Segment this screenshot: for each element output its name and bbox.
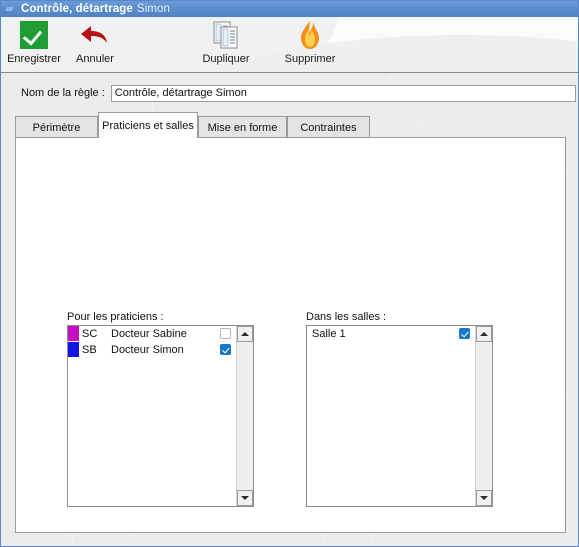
tab-label: Périmètre xyxy=(32,121,81,134)
list-item[interactable]: Salle 1 xyxy=(307,326,475,342)
rooms-listbox[interactable]: Salle 1 xyxy=(306,325,493,507)
tab-contraintes[interactable]: Contraintes xyxy=(287,116,370,138)
color-swatch xyxy=(68,342,79,357)
window-subtitle: Simon xyxy=(136,3,171,15)
room-name: Salle 1 xyxy=(312,327,346,340)
tab-panel-praticiens-et-salles: Pour les praticiens : SC Docteur Sabine xyxy=(15,137,566,533)
tab-mise-en-forme[interactable]: Mise en forme xyxy=(198,116,287,138)
rooms-group: Dans les salles : Salle 1 xyxy=(306,311,493,507)
app-icon xyxy=(5,4,15,14)
undo-arrow-icon xyxy=(79,19,111,51)
tab-strip: Périmètre Praticiens et salles Mise en f… xyxy=(15,112,566,138)
delete-button[interactable]: Supprimer xyxy=(267,19,353,65)
tab-praticiens-et-salles[interactable]: Praticiens et salles xyxy=(98,112,198,138)
list-item[interactable]: SC Docteur Sabine xyxy=(68,326,236,342)
window-title: Contrôle, détartrage xyxy=(21,3,133,15)
rooms-caption: Dans les salles : xyxy=(306,311,387,323)
practitioner-checkbox[interactable] xyxy=(214,344,236,355)
cancel-button[interactable]: Annuler xyxy=(52,19,138,65)
tab-label: Praticiens et salles xyxy=(102,119,194,132)
cancel-button-label: Annuler xyxy=(76,53,114,65)
tab-perimetre[interactable]: Périmètre xyxy=(15,116,98,138)
scroll-up-arrow-icon[interactable] xyxy=(476,326,492,342)
practitioner-name: Docteur Sabine xyxy=(111,327,187,340)
practitioners-listbox[interactable]: SC Docteur Sabine SB Docteur Simon xyxy=(67,325,254,507)
rule-name-input[interactable] xyxy=(110,84,576,102)
color-swatch xyxy=(68,326,79,341)
save-check-icon xyxy=(20,19,48,51)
scroll-up-arrow-icon[interactable] xyxy=(237,326,253,342)
practitioner-code: SB xyxy=(82,343,97,356)
toolbar: Enregistrer Annuler Dupliquer Supprimer xyxy=(1,17,578,73)
tab-label: Contraintes xyxy=(300,121,357,134)
practitioners-caption: Pour les praticiens : xyxy=(67,311,164,323)
rooms-list-items[interactable]: Salle 1 xyxy=(307,326,475,506)
rule-name-label: Nom de la règle : xyxy=(21,87,105,99)
duplicate-button-label: Dupliquer xyxy=(202,53,250,65)
delete-button-label: Supprimer xyxy=(284,53,336,65)
practitioner-code: SC xyxy=(82,327,98,340)
practitioners-group: Pour les praticiens : SC Docteur Sabine xyxy=(67,311,254,507)
scroll-down-arrow-icon[interactable] xyxy=(476,490,492,506)
dialog-body: Nom de la règle : Périmètre Praticiens e… xyxy=(1,73,578,546)
practitioner-name: Docteur Simon xyxy=(111,343,184,356)
rule-name-row: Nom de la règle : xyxy=(1,84,578,102)
practitioners-list-items[interactable]: SC Docteur Sabine SB Docteur Simon xyxy=(68,326,236,506)
rule-editor-window: Contrôle, détartrage Simon Enregistrer A… xyxy=(0,0,579,547)
duplicate-documents-icon xyxy=(211,19,241,51)
room-checkbox[interactable] xyxy=(453,328,475,339)
practitioner-checkbox[interactable] xyxy=(214,328,236,339)
duplicate-button[interactable]: Dupliquer xyxy=(183,19,269,65)
tab-label: Mise en forme xyxy=(207,121,278,134)
title-bar: Contrôle, détartrage Simon xyxy=(1,1,578,17)
scroll-down-arrow-icon[interactable] xyxy=(237,490,253,506)
practitioners-scrollbar[interactable] xyxy=(236,326,253,506)
flame-delete-icon xyxy=(296,19,324,51)
rooms-scrollbar[interactable] xyxy=(475,326,492,506)
list-item[interactable]: SB Docteur Simon xyxy=(68,342,236,358)
